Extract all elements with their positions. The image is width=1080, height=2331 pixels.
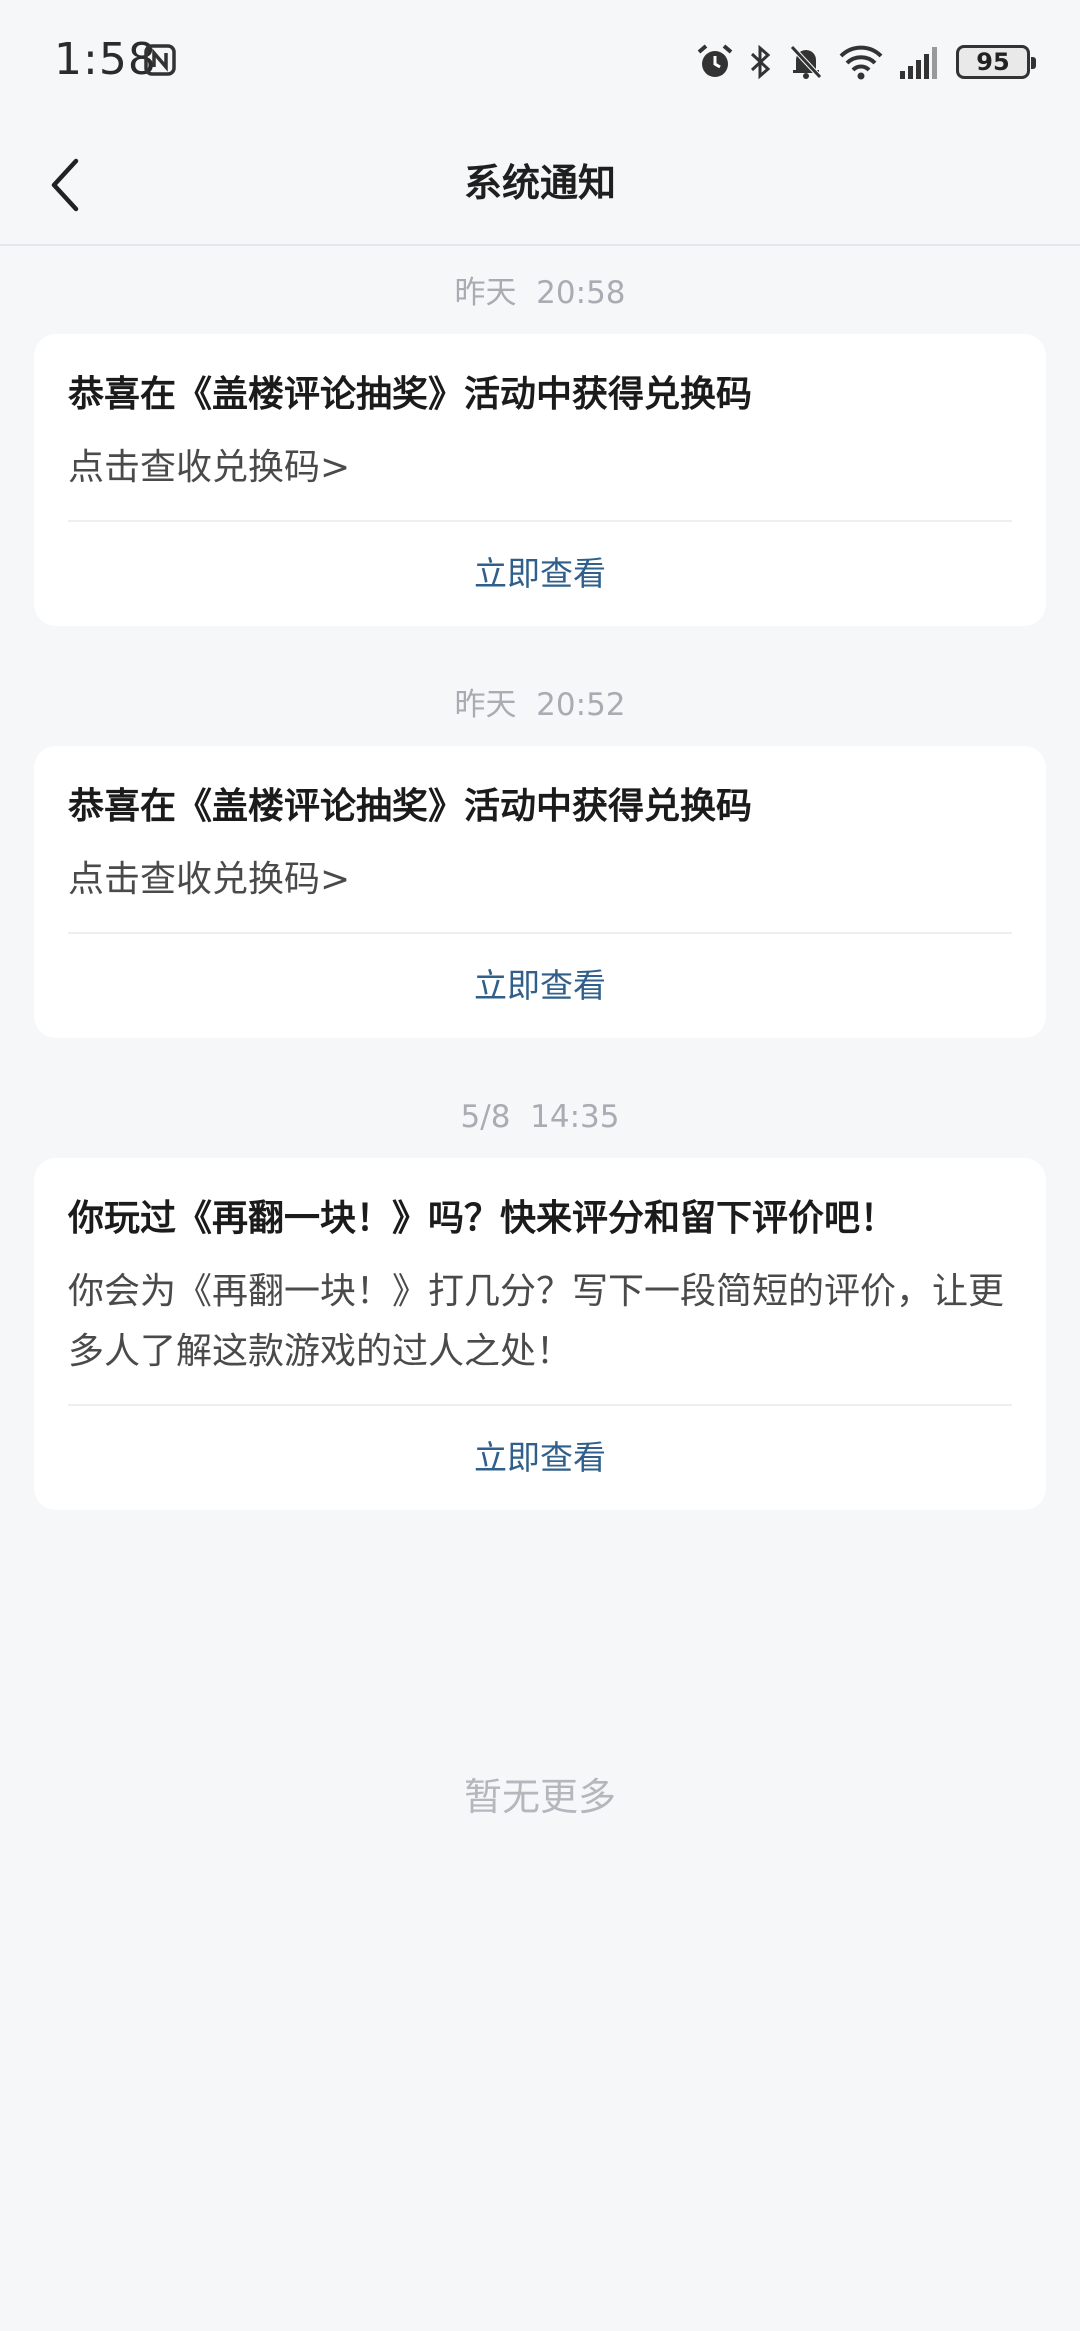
screen: 1:58 95 系统通知 昨天 20:58 恭喜在《盖楼评论抽奖》活动中获得兑换…: [0, 0, 1080, 2331]
nfc-icon: [144, 44, 176, 76]
page-title: 系统通知: [463, 161, 616, 205]
notification-section: 昨天 20:52 恭喜在《盖楼评论抽奖》活动中获得兑换码 点击查收兑换码> 立即…: [34, 676, 1046, 1038]
view-now-button[interactable]: 立即查看: [68, 934, 1012, 1038]
notification-body[interactable]: 点击查收兑换码>: [68, 438, 1012, 520]
notification-section: 5/8 14:35 你玩过《再翻一块！》吗？快来评分和留下评价吧！ 你会为《再翻…: [34, 1088, 1046, 1510]
notification-body[interactable]: 点击查收兑换码>: [68, 850, 1012, 932]
header: 系统通知: [0, 124, 1080, 246]
alarm-icon: [697, 44, 733, 77]
status-bar: 1:58 95: [0, 0, 1080, 124]
notification-time: 昨天 20:58: [454, 275, 626, 311]
battery-level: 95: [976, 48, 1010, 76]
view-now-button[interactable]: 立即查看: [68, 522, 1012, 626]
mute-bell-icon: [790, 45, 822, 79]
notification-title: 你玩过《再翻一块！》吗？快来评分和留下评价吧！: [68, 1198, 897, 1239]
wifi-icon: [839, 45, 883, 80]
notification-body[interactable]: 你会为《再翻一块！》打几分？写下一段简短的评价，让更多人了解这款游戏的过人之处！: [68, 1262, 1012, 1404]
notification-time: 5/8 14:35: [460, 1099, 620, 1135]
notification-card[interactable]: 恭喜在《盖楼评论抽奖》活动中获得兑换码 点击查收兑换码> 立即查看: [34, 334, 1046, 626]
notification-card[interactable]: 恭喜在《盖楼评论抽奖》活动中获得兑换码 点击查收兑换码> 立即查看: [34, 746, 1046, 1038]
notification-section: 昨天 20:58 恭喜在《盖楼评论抽奖》活动中获得兑换码 点击查收兑换码> 立即…: [34, 264, 1046, 626]
signal-icon: [900, 47, 937, 79]
notification-feed[interactable]: 昨天 20:58 恭喜在《盖楼评论抽奖》活动中获得兑换码 点击查收兑换码> 立即…: [34, 246, 1046, 1560]
notification-title: 恭喜在《盖楼评论抽奖》活动中获得兑换码: [68, 374, 753, 415]
notification-title: 恭喜在《盖楼评论抽奖》活动中获得兑换码: [68, 786, 753, 827]
status-time: 1:58: [54, 34, 157, 85]
view-now-button[interactable]: 立即查看: [68, 1406, 1012, 1510]
bluetooth-icon: [750, 44, 771, 80]
notification-time: 昨天 20:52: [454, 687, 626, 723]
status-icons: 95: [696, 40, 1036, 84]
no-more-label: 暂无更多: [463, 1775, 616, 1819]
notification-card[interactable]: 你玩过《再翻一块！》吗？快来评分和留下评价吧！ 你会为《再翻一块！》打几分？写下…: [34, 1158, 1046, 1510]
battery-icon: 95: [956, 45, 1036, 79]
